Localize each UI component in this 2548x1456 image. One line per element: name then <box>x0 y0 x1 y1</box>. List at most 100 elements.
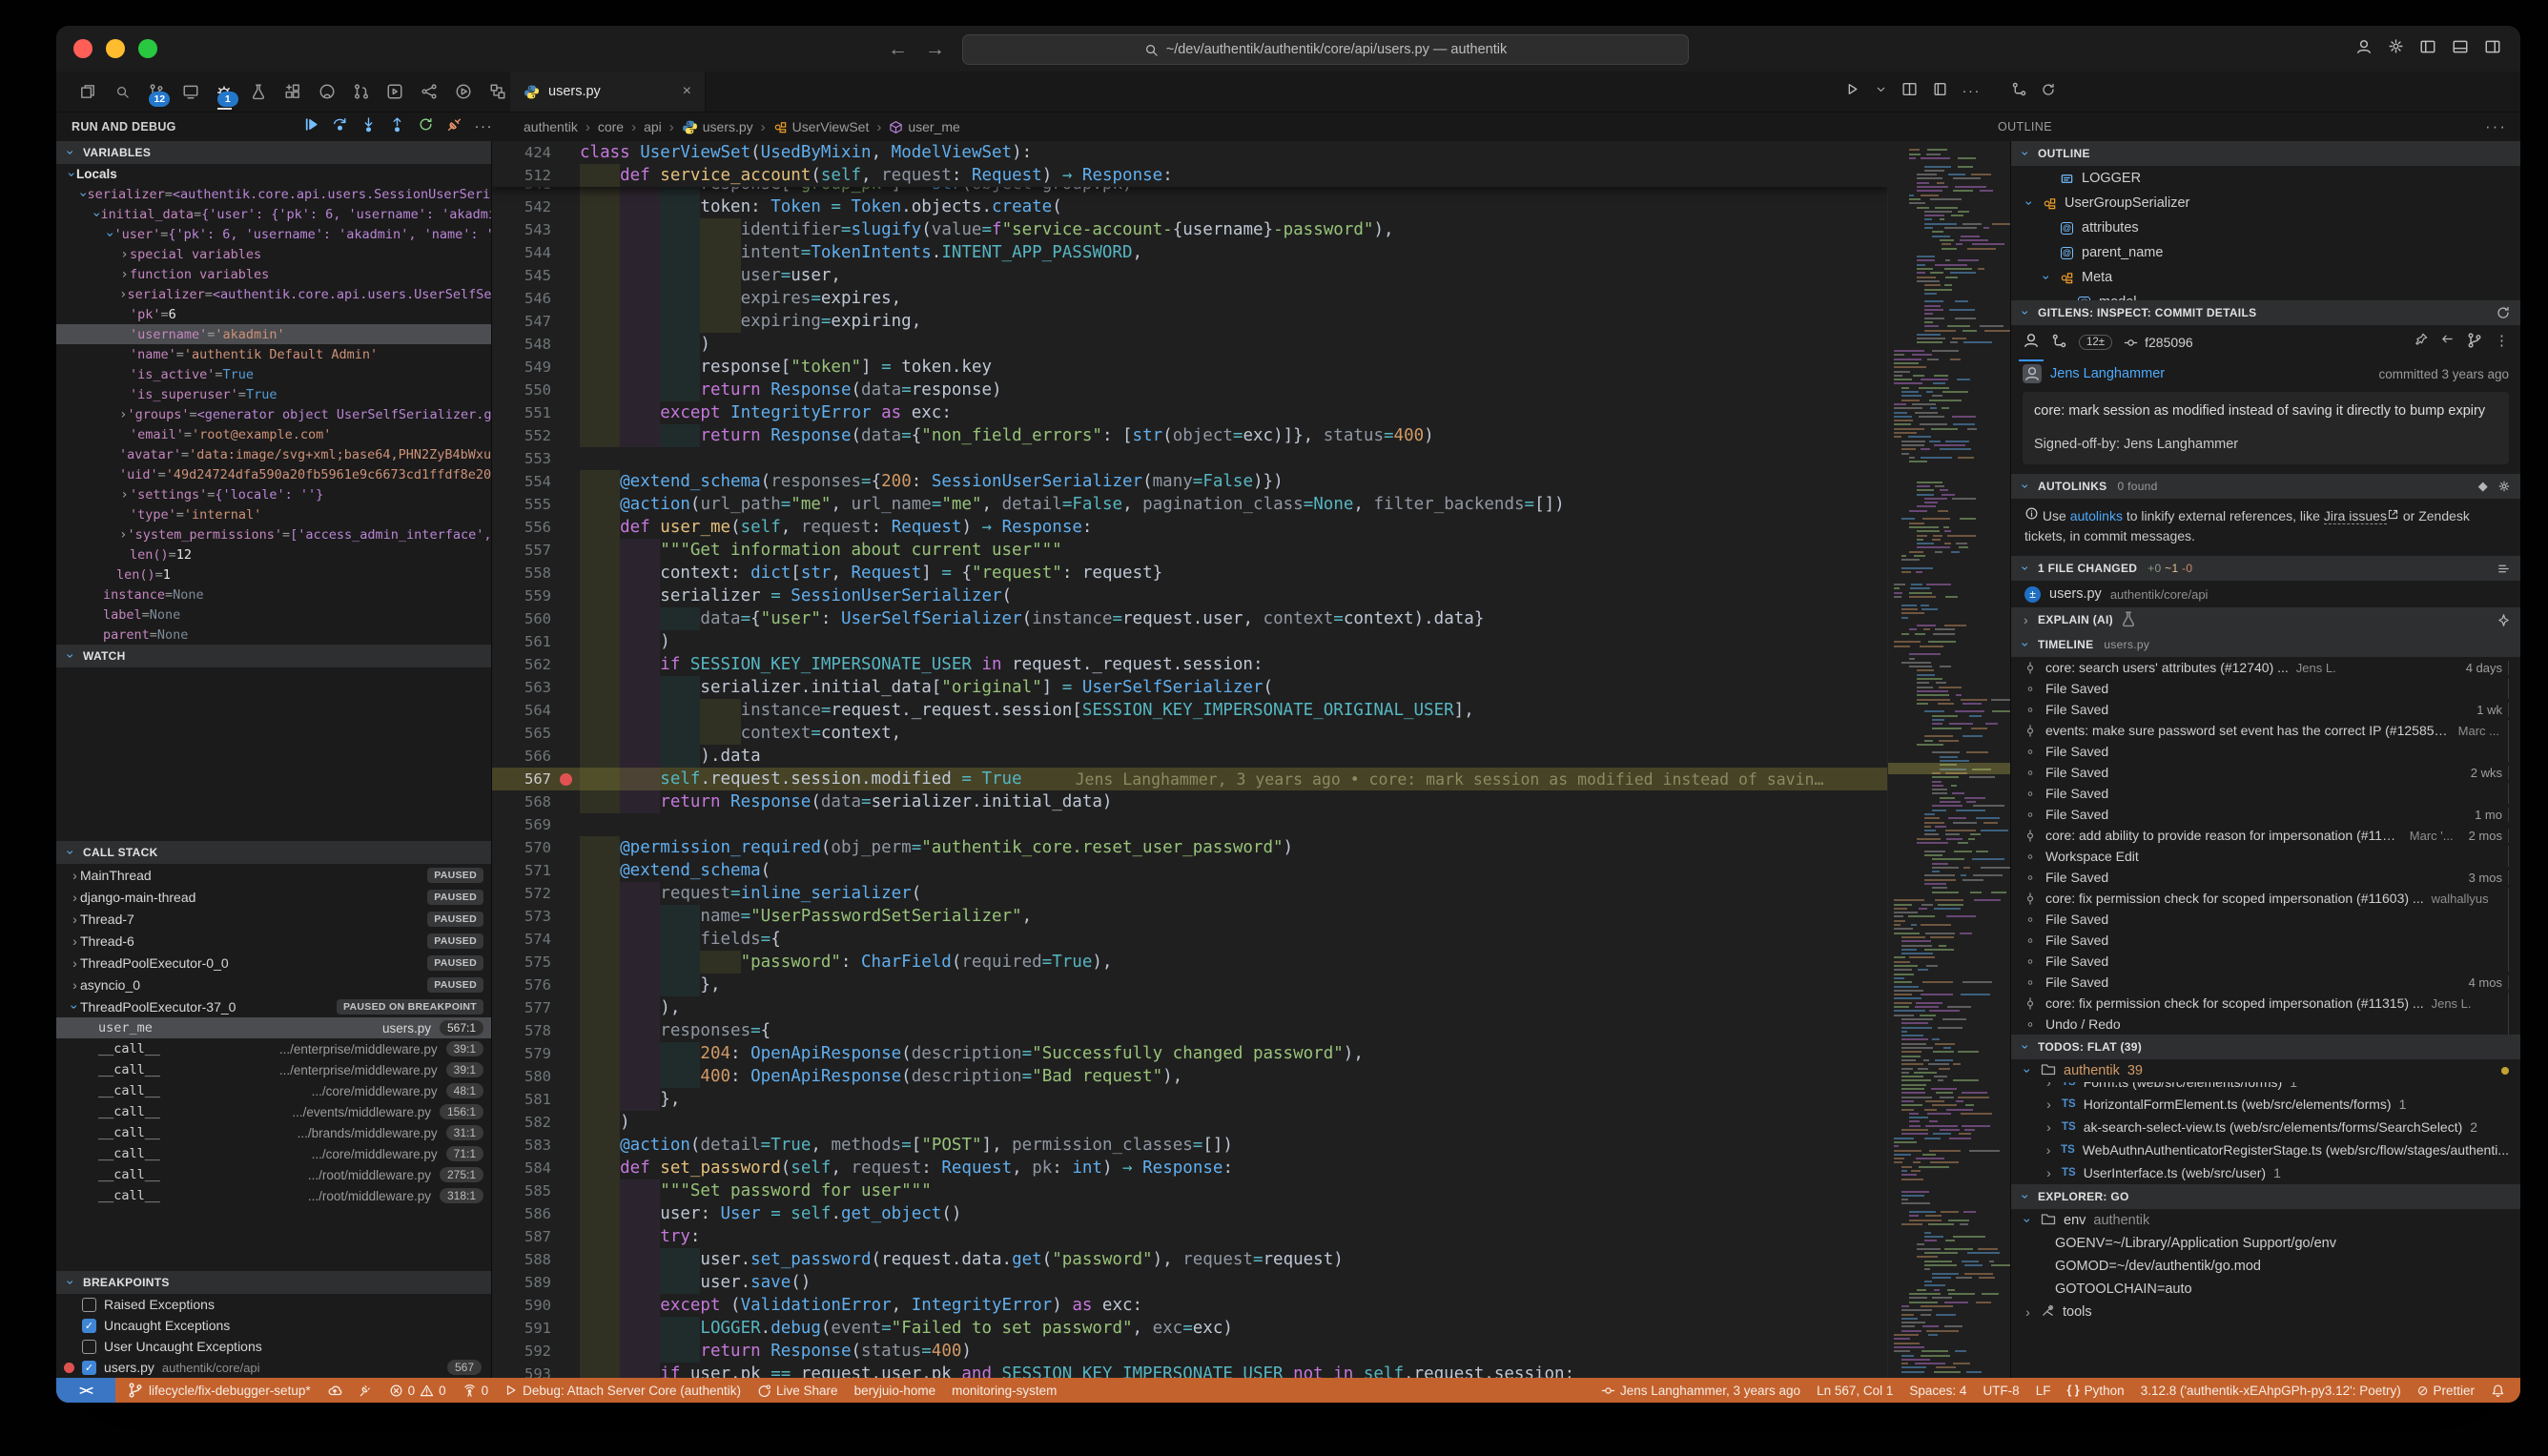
gitlens-section-header[interactable]: ›GITLENS: INSPECT: COMMIT DETAILS <box>2011 300 2520 325</box>
stack-frame-row[interactable]: user_meusers.py567:1 <box>56 1017 491 1038</box>
todo-file-item[interactable]: ›TSForm.ts (web/src/elements/forms)1 <box>2011 1082 2520 1093</box>
breakpoint-checkbox[interactable] <box>82 1298 96 1312</box>
zoom-window-button[interactable] <box>138 39 157 58</box>
code-line[interactable]: 549response["token"] = token.key <box>492 356 1888 379</box>
timeline-item[interactable]: Undo / Redo <box>2011 1014 2520 1035</box>
debug-restart-button[interactable] <box>418 116 434 137</box>
todos-group-authentik[interactable]: ›authentik39 <box>2011 1059 2520 1082</box>
timeline-item[interactable]: File Saved1 wk <box>2011 699 2520 720</box>
code-line[interactable]: 543identifier=slugify(value=f"service-ac… <box>492 218 1888 241</box>
breakpoint-checkbox[interactable] <box>82 1340 96 1354</box>
code-line[interactable]: 575"password": CharField(required=True), <box>492 951 1888 974</box>
titlebar-account[interactable] <box>2355 38 2373 60</box>
outline-item-attributes[interactable]: @attributes <box>2011 215 2520 240</box>
status-language-mode[interactable]: { }Python <box>2066 1384 2124 1398</box>
outline-item-model[interactable]: @model <box>2011 290 2520 300</box>
code-line[interactable]: 553 <box>492 447 1888 470</box>
code-line[interactable]: 587try: <box>492 1225 1888 1248</box>
thread-row[interactable]: ›ThreadPoolExecutor-37_0PAUSED ON BREAKP… <box>56 995 491 1017</box>
code-line[interactable]: 591LOGGER.debug(event="Failed to set pas… <box>492 1317 1888 1340</box>
breakpoint-row[interactable]: User Uncaught Exceptions <box>56 1336 491 1357</box>
outline-item-meta[interactable]: ›Meta <box>2011 265 2520 290</box>
status-ports[interactable] <box>359 1384 373 1398</box>
breadcrumb-item-user-me[interactable]: user_me <box>889 119 959 134</box>
timeline-item[interactable]: File Saved <box>2011 951 2520 972</box>
variable-row[interactable]: 'is_active' = True <box>56 364 491 384</box>
code-line[interactable]: 565context=context, <box>492 722 1888 745</box>
thread-row[interactable]: ›Thread-7PAUSED <box>56 908 491 930</box>
status-live-share[interactable]: Live Share <box>757 1384 838 1398</box>
variable-row[interactable]: ›'settings' = {'locale': ''} <box>56 484 491 504</box>
editor-action-ellipsis[interactable]: ··· <box>1962 83 1982 100</box>
remote-indicator[interactable]: >< <box>56 1378 115 1403</box>
code-line[interactable]: 542token: Token = Token.objects.create( <box>492 195 1888 218</box>
stack-frame-row[interactable]: __call__.../root/middleware.py318:1 <box>56 1185 491 1206</box>
command-center[interactable]: ~/dev/authentik/authentik/core/api/users… <box>962 34 1689 65</box>
breakpoint-row[interactable]: ✓users.pyauthentik/core/api567 <box>56 1357 491 1378</box>
debug-step-over-button[interactable] <box>332 116 348 137</box>
code-line[interactable]: 561) <box>492 630 1888 653</box>
code-line[interactable]: 560data={"user": UserSelfSerializer(inst… <box>492 607 1888 630</box>
debug-step-into-button[interactable] <box>360 116 377 137</box>
code-line[interactable]: 576}, <box>492 974 1888 996</box>
timeline-section-header[interactable]: ›TIMELINEusers.py <box>2011 632 2520 657</box>
minimize-window-button[interactable] <box>106 39 125 58</box>
go-env-row[interactable]: ›envauthentik <box>2011 1209 2520 1232</box>
code-line[interactable]: 589user.save() <box>492 1271 1888 1294</box>
status-profile[interactable]: beryjuio-home <box>854 1384 936 1398</box>
code-line[interactable]: 554@extend_schema(responses={200: Sessio… <box>492 470 1888 493</box>
go-tools-row[interactable]: ›tools <box>2011 1301 2520 1323</box>
variables-section-header[interactable]: ›VARIABLES <box>56 141 491 164</box>
call-stack-section-header[interactable]: ›CALL STACK <box>56 841 491 864</box>
code-line[interactable]: 563serializer.initial_data["original"] =… <box>492 676 1888 699</box>
code-line[interactable]: 564instance=request._request.session[SES… <box>492 699 1888 722</box>
activity-live-share[interactable] <box>417 75 442 108</box>
variable-row[interactable]: parent = None <box>56 625 491 645</box>
breadcrumb-item-api[interactable]: api <box>644 119 662 134</box>
timeline-item[interactable]: core: fix permission check for scoped im… <box>2011 888 2520 909</box>
activity-remote-explorer[interactable] <box>177 75 203 108</box>
code-line[interactable]: 578responses={ <box>492 1019 1888 1042</box>
status-task[interactable]: monitoring-system <box>952 1384 1057 1398</box>
breakpoints-section-header[interactable]: ›BREAKPOINTS <box>56 1271 491 1294</box>
status-problems[interactable]: 00 <box>389 1384 446 1398</box>
code-line[interactable]: 548) <box>492 333 1888 356</box>
code-line[interactable]: 568return Response(data=serializer.initi… <box>492 790 1888 813</box>
outline-item-usergroupserializer[interactable]: ›UserGroupSerializer <box>2011 191 2520 215</box>
code-line[interactable]: 570@permission_required(obj_perm="authen… <box>492 836 1888 859</box>
timeline-item[interactable]: File Saved2 wks <box>2011 762 2520 783</box>
breadcrumb-item-authentik[interactable]: authentik <box>524 119 578 134</box>
code-line[interactable]: 512def service_account(self, request: Re… <box>492 164 1888 187</box>
code-line[interactable]: 558context: dict[str, Request] = {"reque… <box>492 562 1888 584</box>
timeline-item[interactable]: core: search users' attributes (#12740) … <box>2011 657 2520 678</box>
more-actions-icon[interactable]: ··· <box>2485 117 2507 136</box>
stack-frame-row[interactable]: __call__.../core/middleware.py71:1 <box>56 1143 491 1164</box>
stack-frame-row[interactable]: __call__.../root/middleware.py275:1 <box>56 1164 491 1185</box>
stack-frame-row[interactable]: __call__.../enterprise/middleware.py39:1 <box>56 1059 491 1080</box>
variable-row[interactable]: len() = 12 <box>56 544 491 564</box>
gitlens-arrowleft-button[interactable] <box>2440 332 2455 353</box>
status-indentation[interactable]: Spaces: 4 <box>1909 1384 1966 1398</box>
breakpoint-checkbox[interactable]: ✓ <box>82 1319 96 1333</box>
debug-step-out-button[interactable] <box>389 116 405 137</box>
code-line[interactable]: 562if SESSION_KEY_IMPERSONATE_USER in re… <box>492 653 1888 676</box>
variable-row[interactable]: label = None <box>56 605 491 625</box>
activity-explorer[interactable] <box>75 75 101 108</box>
gitlens-graph-button[interactable] <box>2051 333 2067 353</box>
stack-frame-row[interactable]: __call__.../core/middleware.py48:1 <box>56 1080 491 1101</box>
status-python-interpreter[interactable]: 3.12.8 ('authentik-xEAhpGPh-py3.12': Poe… <box>2141 1384 2401 1398</box>
variable-row[interactable]: ›special variables <box>56 244 491 264</box>
timeline-item[interactable]: File Saved <box>2011 909 2520 930</box>
code-line[interactable]: 555@action(url_path="me", url_name="me",… <box>492 493 1888 516</box>
file-changed-section-header[interactable]: ›1 FILE CHANGED+0 ~1 -0 <box>2011 556 2520 581</box>
code-line[interactable]: 567self.request.session.modified = TrueJ… <box>492 768 1888 790</box>
tab-users-py[interactable]: users.py × <box>510 72 706 112</box>
gitlens-pin-button[interactable] <box>2414 332 2429 353</box>
history-forward-icon[interactable]: → <box>925 38 945 61</box>
timeline-item[interactable]: core: fix permission check for scoped im… <box>2011 993 2520 1014</box>
titlebar-gear[interactable] <box>2388 38 2404 59</box>
code-line[interactable]: 574fields={ <box>492 928 1888 951</box>
activity-run-panel[interactable] <box>450 75 476 108</box>
timeline-item[interactable]: File Saved1 mo <box>2011 804 2520 825</box>
activity-github[interactable] <box>314 75 339 108</box>
